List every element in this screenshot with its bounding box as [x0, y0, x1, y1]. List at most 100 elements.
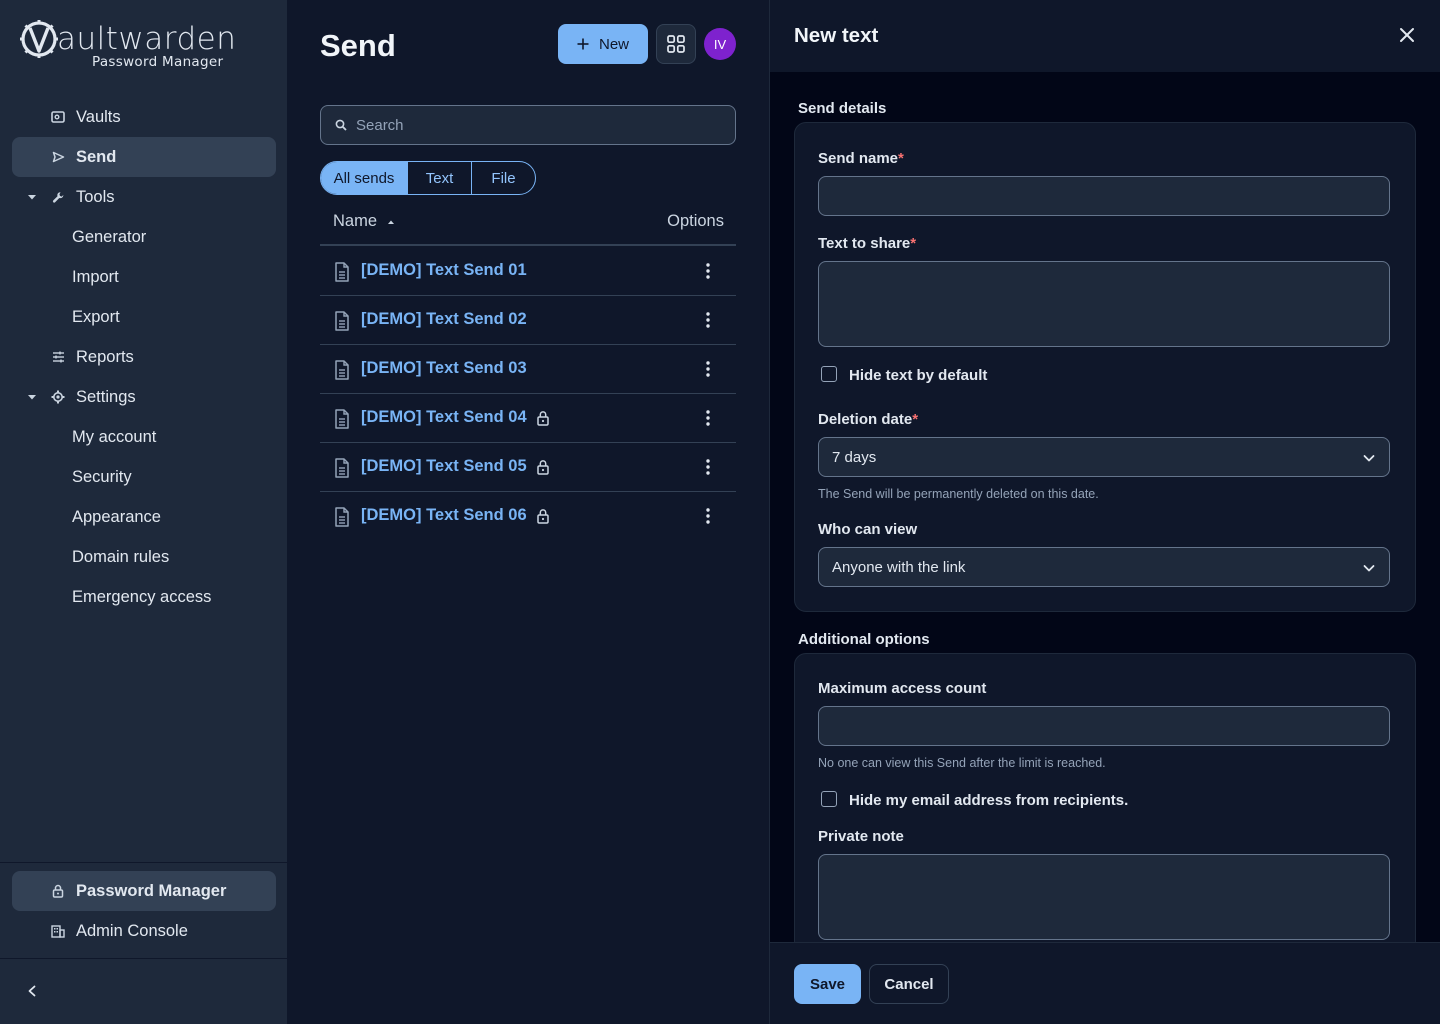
deletion-date-select[interactable]: 7 days — [818, 437, 1390, 477]
sidebar-item-import[interactable]: Import — [12, 257, 276, 297]
required-asterisk: * — [898, 150, 904, 167]
sidebar: aultwarden Password Manager Vaults Send — [0, 0, 288, 1024]
more-options-icon[interactable] — [700, 506, 716, 526]
avatar[interactable]: IV — [704, 28, 736, 60]
send-name: [DEMO] Text Send 05 — [361, 457, 527, 475]
column-name-sort[interactable]: Name — [333, 212, 395, 231]
grid-icon — [667, 35, 685, 53]
send-name-link[interactable]: [DEMO] Text Send 01 — [361, 261, 527, 280]
plus-icon — [577, 38, 589, 50]
sidebar-divider — [0, 862, 288, 863]
more-options-icon[interactable] — [700, 359, 716, 379]
page-title: Send — [320, 28, 396, 63]
hide-text-checkbox[interactable] — [821, 366, 837, 382]
deletion-date-hint: The Send will be permanently deleted on … — [818, 487, 1099, 501]
filter-all-sends[interactable]: All sends — [321, 162, 407, 194]
drawer-title: New text — [794, 24, 879, 47]
send-name-input[interactable] — [819, 177, 1389, 215]
required-asterisk: * — [912, 411, 919, 428]
send-name-link[interactable]: [DEMO] Text Send 06 — [361, 506, 550, 525]
text-to-share-textarea[interactable] — [819, 262, 1389, 346]
table-row: [DEMO] Text Send 03 — [320, 345, 736, 394]
sidebar-item-domain-rules[interactable]: Domain rules — [12, 537, 276, 577]
text-to-share-field — [818, 261, 1390, 347]
save-button[interactable]: Save — [794, 964, 861, 1004]
send-icon — [50, 149, 66, 165]
private-note-label: Private note — [818, 828, 904, 845]
document-icon — [334, 458, 350, 478]
send-name: [DEMO] Text Send 04 — [361, 408, 527, 426]
sidebar-item-my-account[interactable]: My account — [12, 417, 276, 457]
send-name-link[interactable]: [DEMO] Text Send 03 — [361, 359, 527, 378]
new-send-label: New — [598, 35, 629, 53]
send-name-link[interactable]: [DEMO] Text Send 05 — [361, 457, 550, 476]
collapse-sidebar-icon[interactable] — [22, 981, 42, 1001]
column-header-options: Options — [667, 212, 724, 230]
close-icon[interactable] — [1399, 27, 1415, 43]
deletion-date-value: 7 days — [832, 448, 877, 466]
sidebar-item-settings[interactable]: Settings — [12, 377, 276, 417]
send-name: [DEMO] Text Send 01 — [361, 261, 527, 279]
send-type-filter: All sends Text File — [320, 161, 536, 195]
sidebar-item-label: Generator — [72, 227, 147, 246]
send-list-panel: Send New IV All sends Text File Name — [288, 0, 769, 1024]
sort-asc-icon — [387, 219, 395, 225]
product-admin-console[interactable]: Admin Console — [12, 911, 276, 951]
table-row: [DEMO] Text Send 01 — [320, 247, 736, 296]
sidebar-item-send[interactable]: Send — [12, 137, 276, 177]
sidebar-item-label: Import — [72, 267, 119, 286]
more-options-icon[interactable] — [700, 457, 716, 477]
caret-down-icon — [26, 191, 38, 203]
sidebar-item-label: Security — [72, 467, 132, 486]
sidebar-item-emergency-access[interactable]: Emergency access — [12, 577, 276, 617]
drawer-footer: Save Cancel — [770, 942, 1440, 1024]
filter-file[interactable]: File — [471, 162, 535, 194]
more-options-icon[interactable] — [700, 408, 716, 428]
required-asterisk: * — [910, 235, 917, 252]
sidebar-item-reports[interactable]: Reports — [12, 337, 276, 377]
brand-logo[interactable]: aultwarden Password Manager — [20, 18, 236, 70]
who-can-view-select[interactable]: Anyone with the link — [818, 547, 1390, 587]
sidebar-item-generator[interactable]: Generator — [12, 217, 276, 257]
app-switcher-button[interactable] — [656, 24, 696, 64]
hide-text-label: Hide text by default — [849, 367, 988, 384]
who-can-view-value: Anyone with the link — [832, 558, 966, 576]
send-name-link[interactable]: [DEMO] Text Send 02 — [361, 310, 527, 329]
sidebar-item-export[interactable]: Export — [12, 297, 276, 337]
more-options-icon[interactable] — [700, 310, 716, 330]
sidebar-item-security[interactable]: Security — [12, 457, 276, 497]
gear-icon — [50, 389, 66, 405]
drawer-header: New text — [770, 0, 1440, 72]
sidebar-item-tools[interactable]: Tools — [12, 177, 276, 217]
max-access-count-label: Maximum access count — [818, 680, 987, 697]
send-name-link[interactable]: [DEMO] Text Send 04 — [361, 408, 550, 427]
send-name: [DEMO] Text Send 02 — [361, 310, 527, 328]
hide-email-checkbox[interactable] — [821, 791, 837, 807]
max-access-count-hint: No one can view this Send after the limi… — [818, 756, 1106, 770]
sidebar-item-label: Reports — [76, 347, 134, 366]
sidebar-item-label: My account — [72, 427, 157, 446]
product-label: Admin Console — [76, 921, 188, 940]
product-label: Password Manager — [76, 881, 227, 900]
wrench-icon — [50, 189, 66, 205]
private-note-textarea[interactable] — [819, 855, 1389, 939]
send-name: [DEMO] Text Send 03 — [361, 359, 527, 377]
document-icon — [334, 360, 350, 380]
max-access-count-input[interactable] — [819, 707, 1389, 745]
cancel-button[interactable]: Cancel — [869, 964, 949, 1004]
search-input[interactable] — [356, 116, 716, 134]
section-send-details: Send details — [798, 100, 887, 117]
table-row: [DEMO] Text Send 02 — [320, 296, 736, 345]
filter-text[interactable]: Text — [407, 162, 471, 194]
document-icon — [334, 311, 350, 331]
table-row: [DEMO] Text Send 04 — [320, 394, 736, 443]
send-name: [DEMO] Text Send 06 — [361, 506, 527, 524]
text-to-share-label: Text to share* — [818, 235, 917, 252]
product-password-manager[interactable]: Password Manager — [12, 871, 276, 911]
more-options-icon[interactable] — [700, 261, 716, 281]
new-send-button[interactable]: New — [558, 24, 648, 64]
sliders-icon — [50, 349, 66, 365]
who-can-view-label: Who can view — [818, 521, 918, 538]
sidebar-item-appearance[interactable]: Appearance — [12, 497, 276, 537]
sidebar-item-vaults[interactable]: Vaults — [12, 97, 276, 137]
